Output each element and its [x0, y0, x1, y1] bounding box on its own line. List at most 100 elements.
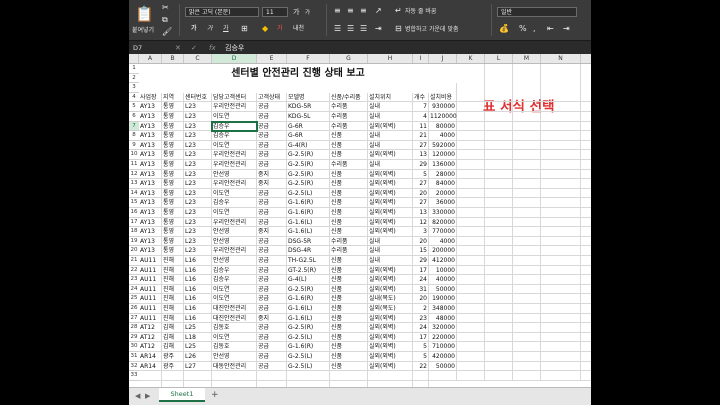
- table-cell[interactable]: 신품: [330, 179, 368, 189]
- table-cell[interactable]: 80000: [429, 122, 457, 132]
- table-cell[interactable]: 40000: [429, 275, 457, 285]
- row-header-9[interactable]: 9: [129, 141, 139, 151]
- table-cell[interactable]: 수리품: [330, 160, 368, 170]
- table-cell[interactable]: 공급: [257, 141, 287, 151]
- row-header-29[interactable]: 29: [129, 333, 139, 343]
- header-cell-5[interactable]: 고객상태: [257, 93, 287, 103]
- table-cell[interactable]: L23: [184, 198, 212, 208]
- table-cell[interactable]: L23: [184, 237, 212, 247]
- table-cell[interactable]: G-2.5(R): [287, 285, 330, 295]
- table-cell[interactable]: 320000: [429, 323, 457, 333]
- table-cell[interactable]: 24: [413, 275, 429, 285]
- comma-button[interactable]: ,: [533, 25, 536, 33]
- table-cell[interactable]: 김승우: [212, 275, 257, 285]
- row-header-3[interactable]: 3: [129, 83, 139, 93]
- table-cell[interactable]: AU11: [139, 256, 162, 266]
- table-cell[interactable]: 수리품: [330, 237, 368, 247]
- table-cell[interactable]: 36000: [429, 198, 457, 208]
- table-cell[interactable]: L23: [184, 189, 212, 199]
- table-cell[interactable]: AY13: [139, 102, 162, 112]
- table-cell[interactable]: 15: [413, 246, 429, 256]
- table-cell[interactable]: 실내(복도): [368, 294, 413, 304]
- table-cell[interactable]: AY13: [139, 227, 162, 237]
- table-cell[interactable]: 31: [413, 285, 429, 295]
- table-cell[interactable]: 348000: [429, 304, 457, 314]
- table-cell[interactable]: L23: [184, 160, 212, 170]
- table-cell[interactable]: 이도연: [212, 208, 257, 218]
- table-cell[interactable]: L23: [184, 102, 212, 112]
- table-cell[interactable]: 420000: [429, 352, 457, 362]
- table-cell[interactable]: 실외(외벽): [368, 227, 413, 237]
- table-cell[interactable]: L23: [184, 112, 212, 122]
- table-cell[interactable]: AU11: [139, 314, 162, 324]
- table-cell[interactable]: L16: [184, 294, 212, 304]
- table-cell[interactable]: 7: [413, 102, 429, 112]
- table-cell[interactable]: AY13: [139, 179, 162, 189]
- table-cell[interactable]: 신품: [330, 266, 368, 276]
- table-cell[interactable]: 실외(외벽): [368, 352, 413, 362]
- prev-sheet-icon[interactable]: ◀: [135, 392, 140, 400]
- table-cell[interactable]: 실내: [368, 102, 413, 112]
- table-cell[interactable]: 신품: [330, 342, 368, 352]
- row-header-16[interactable]: 16: [129, 208, 139, 218]
- table-cell[interactable]: 통영: [162, 102, 184, 112]
- increase-decimal-icon[interactable]: ⇤: [547, 24, 554, 34]
- table-cell[interactable]: 중지: [257, 170, 287, 180]
- table-cell[interactable]: AU11: [139, 304, 162, 314]
- table-cell[interactable]: AY13: [139, 131, 162, 141]
- table-cell[interactable]: 3: [413, 227, 429, 237]
- table-cell[interactable]: 실외(외벽): [368, 170, 413, 180]
- table-cell[interactable]: AR14: [139, 352, 162, 362]
- table-cell[interactable]: 실외(외벽): [368, 275, 413, 285]
- table-cell[interactable]: 진해: [162, 285, 184, 295]
- table-cell[interactable]: AR14: [139, 362, 162, 372]
- table-cell[interactable]: DSG-4R: [287, 246, 330, 256]
- table-cell[interactable]: 우리안전관리: [212, 150, 257, 160]
- table-cell[interactable]: L16: [184, 275, 212, 285]
- paste-icon[interactable]: 📋: [135, 6, 154, 22]
- table-cell[interactable]: 신품: [330, 150, 368, 160]
- table-cell[interactable]: 공급: [257, 266, 287, 276]
- column-header-e[interactable]: E: [257, 54, 287, 63]
- table-cell[interactable]: 48000: [429, 314, 457, 324]
- table-cell[interactable]: 통영: [162, 189, 184, 199]
- row-header-21[interactable]: 21: [129, 256, 139, 266]
- table-cell[interactable]: L23: [184, 208, 212, 218]
- table-cell[interactable]: AU11: [139, 285, 162, 295]
- table-cell[interactable]: AU11: [139, 294, 162, 304]
- column-header-n[interactable]: N: [541, 54, 581, 63]
- table-cell[interactable]: 실외(외벽): [368, 150, 413, 160]
- table-cell[interactable]: 4: [413, 112, 429, 122]
- table-cell[interactable]: 신품: [330, 333, 368, 343]
- table-cell[interactable]: 이도연: [212, 285, 257, 295]
- table-cell[interactable]: 신품: [330, 189, 368, 199]
- table-cell[interactable]: 통영: [162, 160, 184, 170]
- table-cell[interactable]: 22: [413, 362, 429, 372]
- table-cell[interactable]: 신품: [330, 285, 368, 295]
- row-header-15[interactable]: 15: [129, 198, 139, 208]
- table-cell[interactable]: 공급: [257, 333, 287, 343]
- table-cell[interactable]: 통영: [162, 179, 184, 189]
- cell-area[interactable]: 센터별 안전관리 진행 상태 보고 표 서식 선택 사업장 지역 센터번호 담당고객센…: [139, 64, 591, 387]
- table-cell[interactable]: 김해: [162, 333, 184, 343]
- table-cell[interactable]: G-2.5(L): [287, 189, 330, 199]
- row-header-5[interactable]: 5: [129, 102, 139, 112]
- table-cell[interactable]: 통영: [162, 131, 184, 141]
- number-format-select[interactable]: 일반: [497, 7, 577, 17]
- table-cell[interactable]: 김해: [162, 323, 184, 333]
- table-cell[interactable]: L23: [184, 122, 212, 132]
- next-sheet-icon[interactable]: ▶: [145, 392, 150, 400]
- table-cell[interactable]: L23: [184, 218, 212, 228]
- table-cell[interactable]: 5: [413, 342, 429, 352]
- table-cell[interactable]: G-2.5(L): [287, 333, 330, 343]
- table-cell[interactable]: 우리안전관리: [212, 160, 257, 170]
- table-cell[interactable]: 실외(외벽): [368, 208, 413, 218]
- table-cell[interactable]: KDG-5R: [287, 102, 330, 112]
- table-cell[interactable]: 공급: [257, 246, 287, 256]
- underline-button[interactable]: 가: [223, 25, 229, 33]
- wrap-text-button[interactable]: 자동 줄 바꿈: [405, 8, 436, 16]
- table-cell[interactable]: 13: [413, 150, 429, 160]
- row-header-28[interactable]: 28: [129, 323, 139, 333]
- table-cell[interactable]: 실외(복도): [368, 304, 413, 314]
- table-cell[interactable]: L16: [184, 304, 212, 314]
